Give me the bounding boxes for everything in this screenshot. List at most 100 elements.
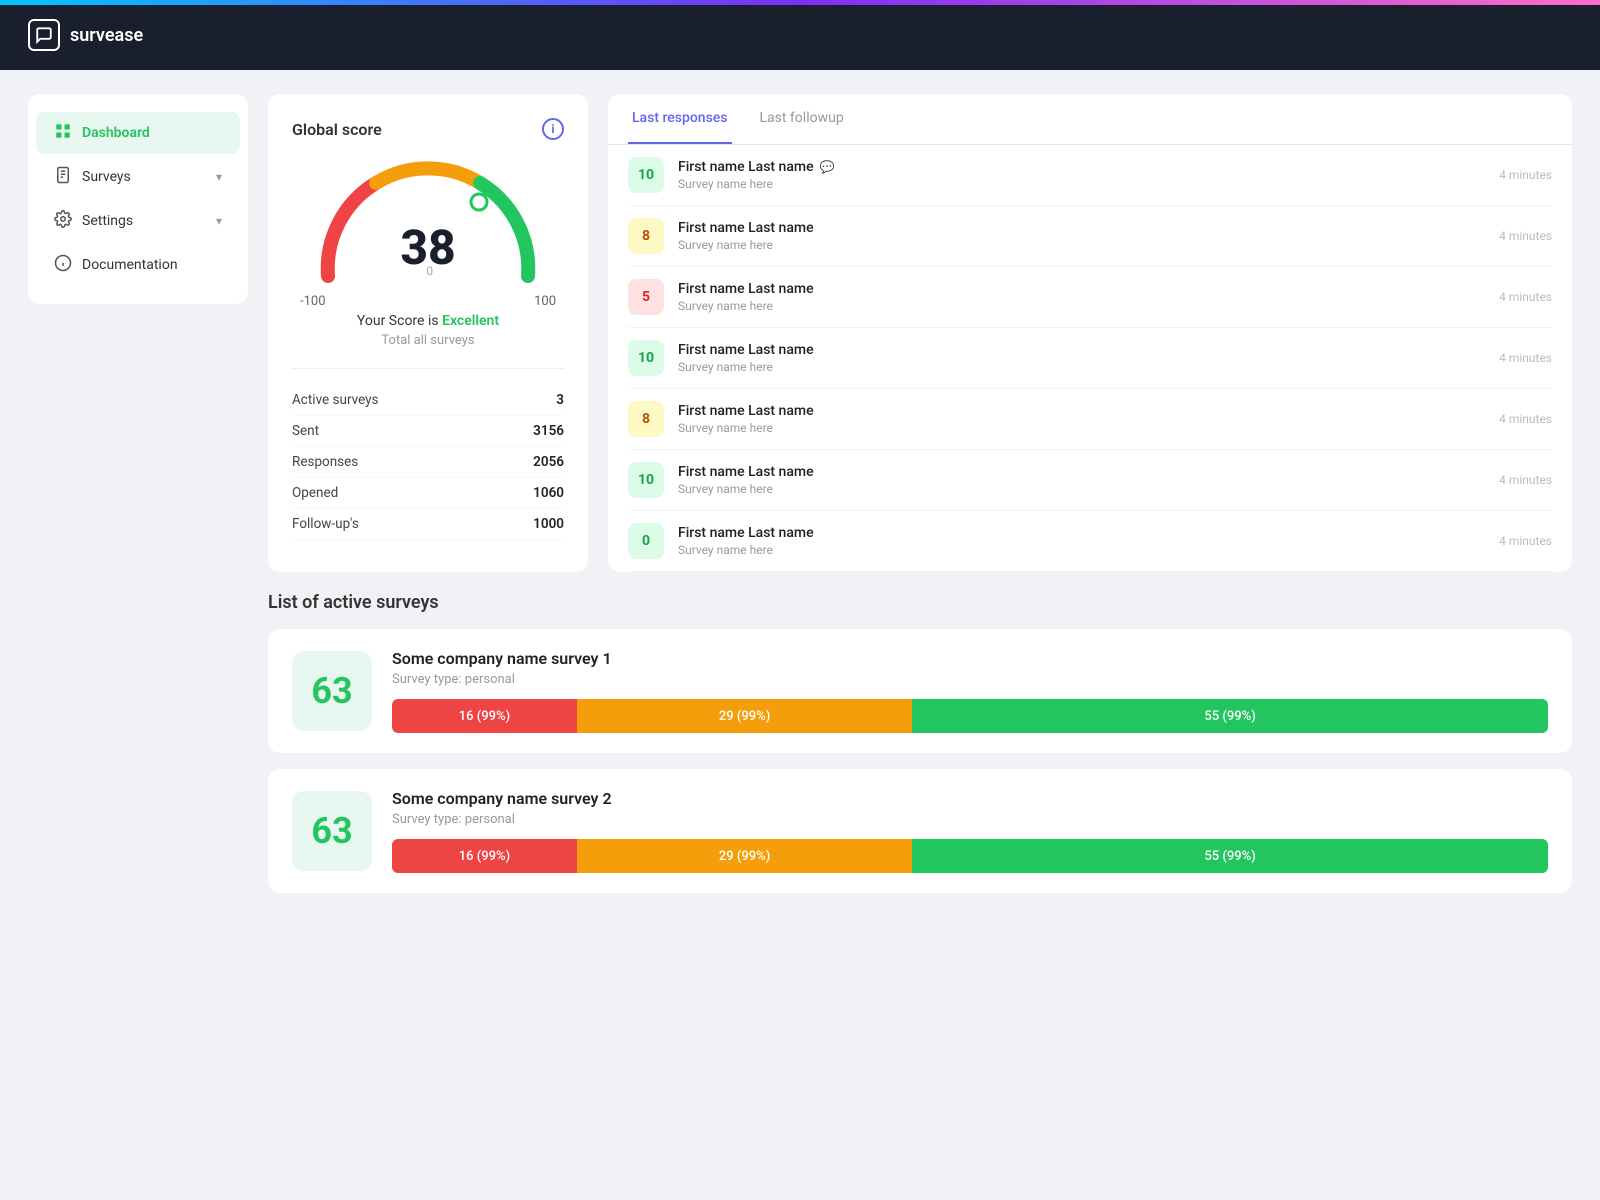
survey-type: Survey type: personal — [392, 672, 1548, 687]
response-name: First name Last name — [678, 525, 1485, 541]
stat-opened-label: Opened — [292, 485, 338, 501]
response-name: First name Last name — [678, 464, 1485, 480]
response-score-badge: 0 — [628, 523, 664, 559]
stat-row-active: Active surveys 3 — [292, 385, 564, 416]
response-item[interactable]: 0 First name Last name Survey name here … — [628, 511, 1552, 572]
info-icon[interactable]: i — [542, 118, 564, 140]
response-score-badge: 5 — [628, 279, 664, 315]
response-time: 4 minutes — [1499, 229, 1552, 243]
stat-row-followups: Follow-up's 1000 — [292, 509, 564, 540]
stat-sent-value: 3156 — [533, 423, 564, 439]
response-survey: Survey name here — [678, 238, 1485, 252]
sidebar: Dashboard Surveys ▾ Settings ▾ Documenta… — [28, 94, 248, 304]
bar-segment-yellow: 29 (99%) — [577, 839, 912, 873]
response-info: First name Last name 💬 Survey name here — [678, 159, 1485, 191]
response-item[interactable]: 8 First name Last name Survey name here … — [628, 206, 1552, 267]
stat-active-value: 3 — [556, 392, 564, 408]
tab-last-responses[interactable]: Last responses — [628, 94, 732, 144]
survey-name: Some company name survey 2 — [392, 789, 1548, 808]
sidebar-dashboard-label: Dashboard — [82, 125, 150, 141]
stat-row-sent: Sent 3156 — [292, 416, 564, 447]
stat-sent-label: Sent — [292, 423, 319, 439]
response-info: First name Last name Survey name here — [678, 403, 1485, 435]
response-time: 4 minutes — [1499, 290, 1552, 304]
survey-bar: 16 (99%)29 (99%)55 (99%) — [392, 699, 1548, 733]
top-row: Global score i — [268, 94, 1572, 572]
response-item[interactable]: 10 First name Last name Survey name here… — [628, 328, 1552, 389]
bar-segment-yellow: 29 (99%) — [577, 699, 912, 733]
sidebar-item-documentation[interactable]: Documentation — [36, 244, 240, 286]
survey-info: Some company name survey 2 Survey type: … — [392, 789, 1548, 873]
score-quality: Excellent — [442, 313, 499, 329]
logo-icon — [28, 19, 60, 51]
settings-icon — [54, 210, 72, 232]
stat-row-opened: Opened 1060 — [292, 478, 564, 509]
surveys-chevron-icon: ▾ — [216, 170, 222, 184]
content-area: Global score i — [268, 94, 1572, 1176]
stats-list: Active surveys 3 Sent 3156 Responses 205… — [292, 368, 564, 540]
gauge-max-label: 100 — [534, 294, 556, 309]
sidebar-item-settings[interactable]: Settings ▾ — [36, 200, 240, 242]
stat-active-label: Active surveys — [292, 392, 379, 408]
app-name: survease — [70, 25, 143, 46]
response-time: 4 minutes — [1499, 534, 1552, 548]
response-score-badge: 10 — [628, 340, 664, 376]
response-time: 4 minutes — [1499, 473, 1552, 487]
bar-segment-red: 16 (99%) — [392, 839, 577, 873]
score-card-title: Global score — [292, 120, 382, 139]
response-info: First name Last name Survey name here — [678, 220, 1485, 252]
response-survey: Survey name here — [678, 421, 1485, 435]
survey-info: Some company name survey 1 Survey type: … — [392, 649, 1548, 733]
stat-responses-label: Responses — [292, 454, 358, 470]
surveys-list: 63 Some company name survey 1 Survey typ… — [268, 629, 1572, 893]
sidebar-item-dashboard[interactable]: Dashboard — [36, 112, 240, 154]
response-survey: Survey name here — [678, 360, 1485, 374]
response-time: 4 minutes — [1499, 168, 1552, 182]
response-item[interactable]: 5 First name Last name Survey name here … — [628, 267, 1552, 328]
stat-followups-label: Follow-up's — [292, 516, 359, 532]
response-score-badge: 10 — [628, 462, 664, 498]
response-item[interactable]: 10 First name Last name Survey name here… — [628, 450, 1552, 511]
gauge-labels: -100 0 100 — [292, 294, 564, 309]
response-name: First name Last name — [678, 403, 1485, 419]
response-item[interactable]: 8 First name Last name Survey name here … — [628, 389, 1552, 450]
response-score-badge: 10 — [628, 157, 664, 193]
survey-bar: 16 (99%)29 (99%)55 (99%) — [392, 839, 1548, 873]
survey-card: 63 Some company name survey 2 Survey typ… — [268, 769, 1572, 893]
score-sublabel: Total all surveys — [292, 333, 564, 348]
sidebar-item-surveys[interactable]: Surveys ▾ — [36, 156, 240, 198]
gauge-min-label: -100 — [300, 294, 326, 309]
sidebar-settings-label: Settings — [82, 213, 133, 229]
documentation-icon — [54, 254, 72, 276]
sidebar-documentation-label: Documentation — [82, 257, 178, 273]
logo-area: survease — [28, 19, 143, 51]
survey-score-box: 63 — [292, 651, 372, 731]
surveys-icon — [54, 166, 72, 188]
responses-card: Last responses Last followup 10 First na… — [608, 94, 1572, 572]
response-info: First name Last name Survey name here — [678, 342, 1485, 374]
response-survey: Survey name here — [678, 177, 1485, 191]
dashboard-icon — [54, 122, 72, 144]
response-name: First name Last name — [678, 342, 1485, 358]
topnav: survease — [0, 0, 1600, 70]
stat-responses-value: 2056 — [533, 454, 564, 470]
bar-segment-green: 55 (99%) — [912, 839, 1548, 873]
survey-type: Survey type: personal — [392, 812, 1548, 827]
stat-followups-value: 1000 — [533, 516, 564, 532]
response-score-badge: 8 — [628, 218, 664, 254]
chat-icon: 💬 — [820, 160, 835, 174]
stat-opened-value: 1060 — [533, 485, 564, 501]
survey-score-box: 63 — [292, 791, 372, 871]
response-survey: Survey name here — [678, 543, 1485, 557]
gauge-zero-label: 0 — [426, 264, 433, 279]
response-survey: Survey name here — [678, 482, 1485, 496]
tab-last-followup[interactable]: Last followup — [756, 94, 848, 144]
surveys-title: List of active surveys — [268, 592, 1572, 613]
survey-card: 63 Some company name survey 1 Survey typ… — [268, 629, 1572, 753]
bar-segment-green: 55 (99%) — [912, 699, 1548, 733]
response-name: First name Last name — [678, 281, 1485, 297]
score-label: Your Score is Excellent — [292, 313, 564, 329]
response-info: First name Last name Survey name here — [678, 464, 1485, 496]
response-time: 4 minutes — [1499, 412, 1552, 426]
response-item[interactable]: 10 First name Last name 💬 Survey name he… — [628, 145, 1552, 206]
